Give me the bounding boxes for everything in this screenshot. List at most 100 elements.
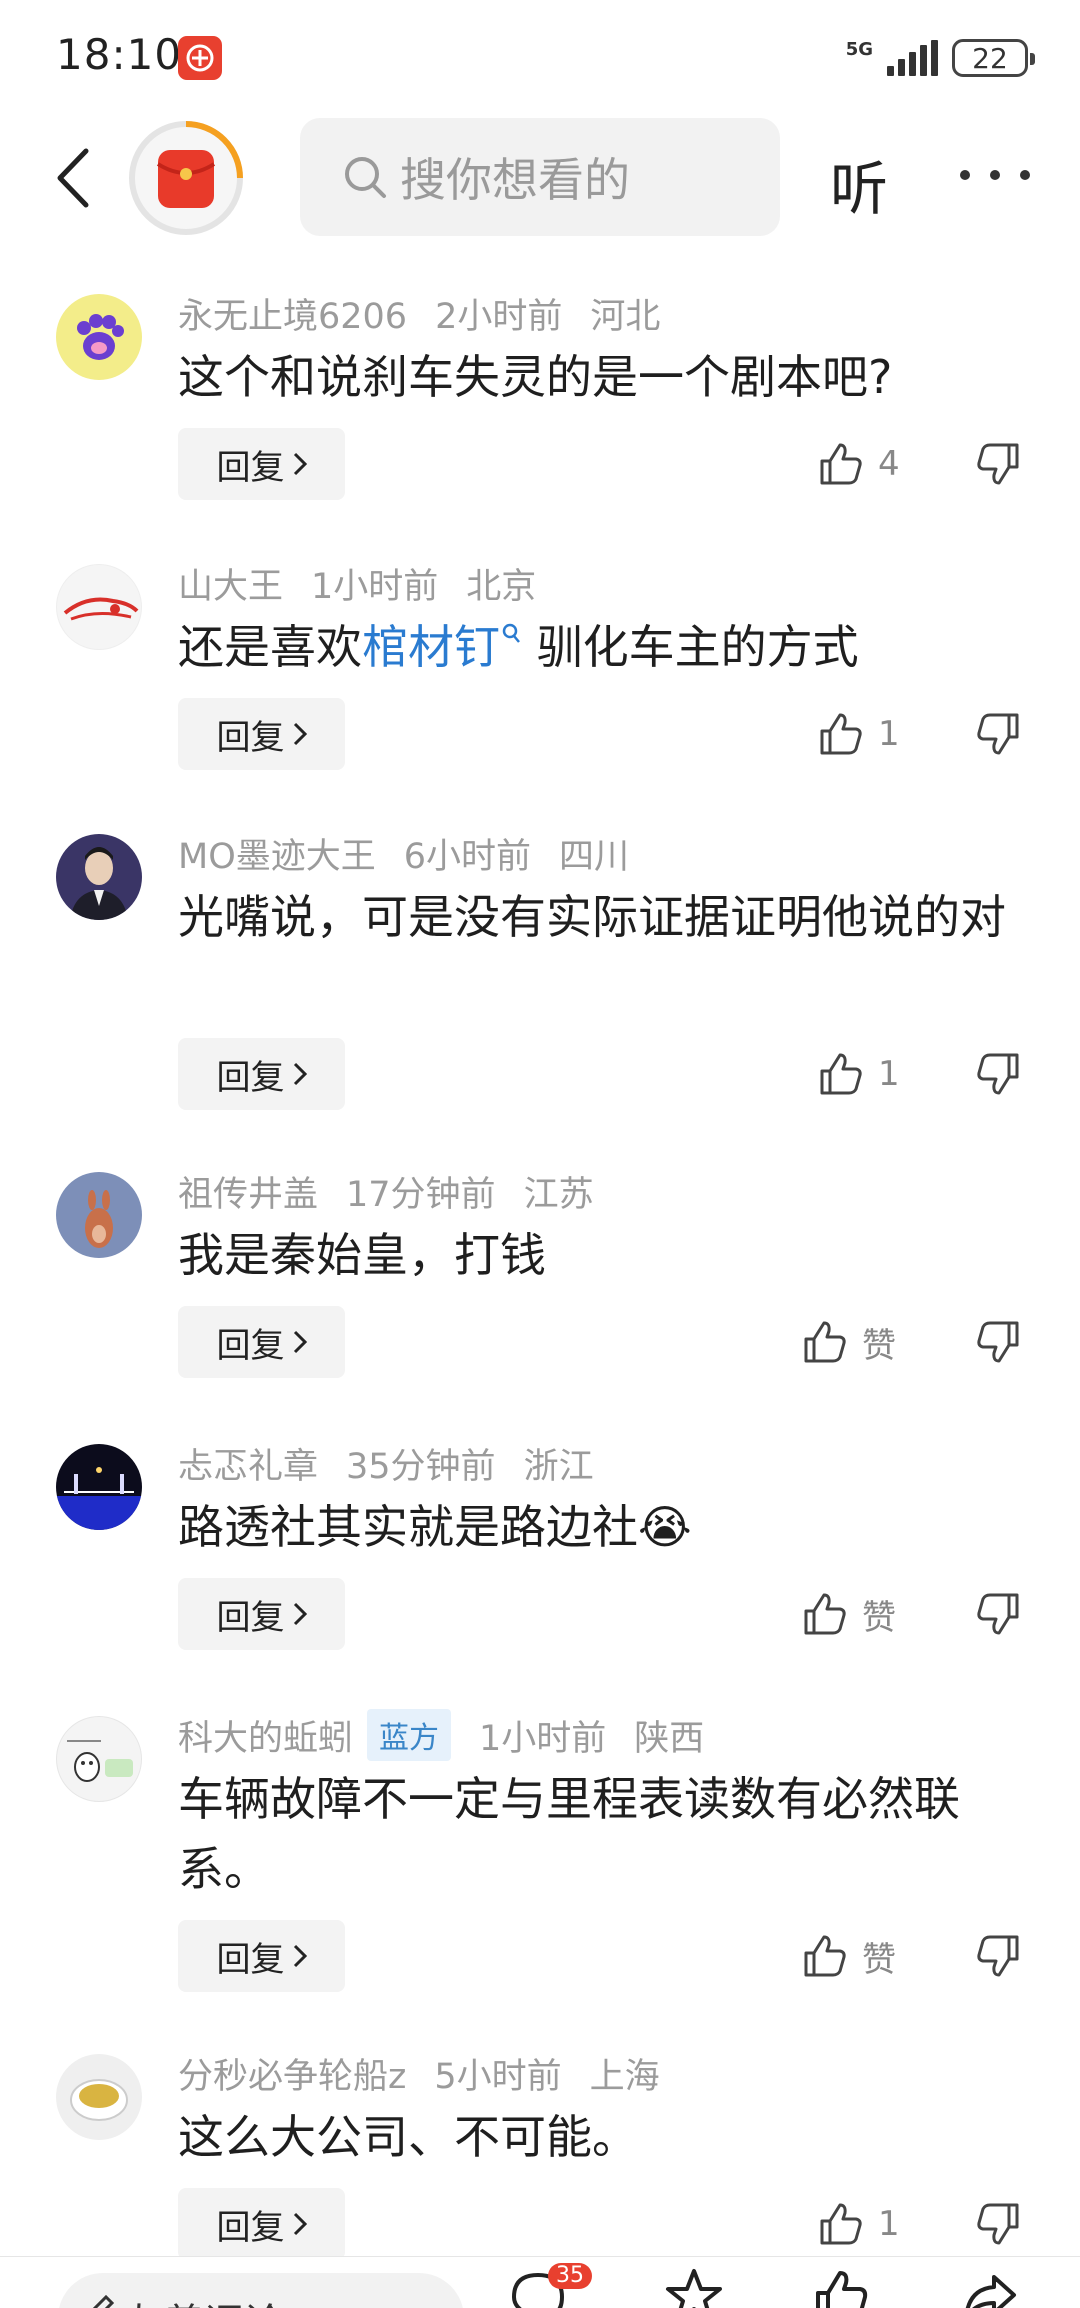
like-count: 1 — [878, 2204, 900, 2244]
reply-button[interactable]: 回复 — [178, 698, 345, 770]
username[interactable]: 分秒必争轮船z — [178, 2048, 406, 2099]
avatar[interactable] — [56, 1172, 142, 1258]
username[interactable]: 山大王 — [178, 558, 283, 609]
comment-meta: 祖传井盖 17分钟前 江苏 — [178, 1166, 594, 1217]
listen-button[interactable]: 听 — [830, 142, 888, 226]
avatar[interactable] — [56, 294, 142, 380]
like-icon[interactable] — [810, 2267, 870, 2308]
username[interactable]: 永无止境6206 — [178, 288, 407, 339]
comment-text: 光嘴说，可是没有实际证据证明他说的对 — [178, 882, 1018, 952]
avatar[interactable] — [56, 2054, 142, 2140]
keyword-link-text: 棺材钉 — [362, 620, 500, 674]
search-input[interactable]: 搜你想看的 — [300, 118, 780, 236]
comment-text-content: 还是喜欢 — [178, 620, 362, 674]
comment-text-content: 这么大公司、不可能。 — [178, 2110, 638, 2164]
bottom-action-bar: 友善评论 35 — [0, 2256, 1080, 2308]
comment-text-content: 我是秦始皇，打钱 — [178, 1228, 546, 1282]
like-button[interactable]: 4 — [818, 428, 900, 500]
red-packet-icon — [129, 121, 243, 235]
comment-meta: 忐忑礼章 35分钟前 浙江 — [178, 1438, 594, 1489]
like-button[interactable]: 赞 — [802, 1578, 896, 1650]
reply-button[interactable]: 回复 — [178, 2188, 345, 2260]
battery-icon: 22 — [952, 39, 1035, 77]
like-count: 1 — [878, 714, 900, 754]
reply-button[interactable]: 回复 — [178, 428, 345, 500]
top-nav: 搜你想看的 听 — [0, 118, 1080, 238]
dislike-button[interactable] — [968, 428, 1028, 500]
dislike-button[interactable] — [968, 1306, 1028, 1378]
comment-text-tail: 驯化车主的方式 — [522, 620, 859, 674]
comment-location: 江苏 — [523, 1174, 594, 1215]
more-options-button[interactable] — [960, 150, 1030, 200]
username[interactable]: 科大的蚯蚓 — [178, 1710, 353, 1761]
thumbs-up-icon — [820, 713, 862, 755]
avatar[interactable] — [56, 834, 142, 920]
chevron-right-icon — [293, 1330, 307, 1354]
reply-label: 回复 — [216, 1057, 285, 1098]
dislike-button[interactable] — [968, 1920, 1028, 1992]
thumbs-up-icon — [820, 2203, 862, 2245]
status-right-group: 5G 22 — [846, 34, 1035, 82]
dislike-button[interactable] — [968, 1038, 1028, 1110]
username[interactable]: 忐忑礼章 — [178, 1438, 318, 1489]
comment-meta: 科大的蚯蚓 蓝方 1小时前 陕西 — [178, 1709, 704, 1761]
comment-input[interactable]: 友善评论 — [58, 2273, 464, 2308]
battery-level: 22 — [972, 41, 1008, 75]
like-count: 赞 — [862, 1939, 896, 1980]
comment-meta: 永无止境6206 2小时前 河北 — [178, 288, 661, 339]
reply-button[interactable]: 回复 — [178, 1038, 345, 1110]
reply-button[interactable]: 回复 — [178, 1578, 345, 1650]
more-dot-icon — [990, 170, 1000, 180]
pen-icon — [92, 2295, 114, 2308]
like-button[interactable]: 赞 — [802, 1306, 896, 1378]
like-count: 1 — [878, 1054, 900, 1094]
reply-button[interactable]: 回复 — [178, 1920, 345, 1992]
dislike-button[interactable] — [968, 1578, 1028, 1650]
like-button[interactable]: 赞 — [802, 1920, 896, 1992]
thumbs-down-icon — [977, 1321, 1019, 1363]
keyword-link[interactable]: 棺材钉 — [362, 620, 522, 674]
reply-button[interactable]: 回复 — [178, 1306, 345, 1378]
avatar[interactable] — [56, 564, 142, 650]
thumbs-up-icon — [820, 1053, 862, 1095]
red-packet-button[interactable] — [126, 118, 246, 238]
comment-time: 1小时前 — [479, 1718, 607, 1759]
comment-location: 北京 — [466, 566, 537, 607]
like-button[interactable]: 1 — [818, 698, 900, 770]
more-dot-icon — [1020, 170, 1030, 180]
comment-location: 河北 — [590, 296, 661, 337]
comment-text: 路透社其实就是路边社😭 — [178, 1492, 1018, 1562]
thumbs-down-icon — [977, 1593, 1019, 1635]
comment-location: 浙江 — [523, 1446, 594, 1487]
chevron-right-icon — [293, 1944, 307, 1968]
comment-time: 2小时前 — [435, 296, 563, 337]
like-count: 4 — [878, 444, 900, 484]
reply-label: 回复 — [216, 1939, 285, 1980]
thumbs-down-icon — [977, 1053, 1019, 1095]
star-icon[interactable] — [664, 2267, 724, 2308]
like-button[interactable]: 1 — [818, 2188, 900, 2260]
chevron-right-icon — [293, 1062, 307, 1086]
like-button[interactable]: 1 — [818, 1038, 900, 1110]
chevron-right-icon — [293, 722, 307, 746]
avatar[interactable] — [56, 1716, 142, 1802]
thumbs-up-icon — [804, 1593, 846, 1635]
share-icon[interactable] — [960, 2267, 1020, 2308]
thumbs-up-icon — [804, 1321, 846, 1363]
username[interactable]: MO墨迹大王 — [178, 828, 376, 879]
comment-time: 5小时前 — [434, 2056, 562, 2097]
comment-location: 四川 — [559, 836, 630, 877]
comment-text-content: 路透社其实就是路边社😭 — [178, 1500, 692, 1554]
back-button[interactable] — [44, 146, 100, 210]
dislike-button[interactable] — [968, 2188, 1028, 2260]
username[interactable]: 祖传井盖 — [178, 1166, 318, 1217]
comment-text: 这么大公司、不可能。 — [178, 2102, 1018, 2172]
thumbs-down-icon — [977, 2203, 1019, 2245]
comment-text: 我是秦始皇，打钱 — [178, 1220, 1018, 1290]
comment-location: 上海 — [589, 2056, 660, 2097]
avatar[interactable] — [56, 1444, 142, 1530]
comment-time: 6小时前 — [403, 836, 532, 877]
comment-text: 还是喜欢棺材钉 驯化车主的方式 — [178, 612, 1018, 682]
comment-text: 车辆故障不一定与里程表读数有必然联系。 — [178, 1764, 1018, 1904]
dislike-button[interactable] — [968, 698, 1028, 770]
